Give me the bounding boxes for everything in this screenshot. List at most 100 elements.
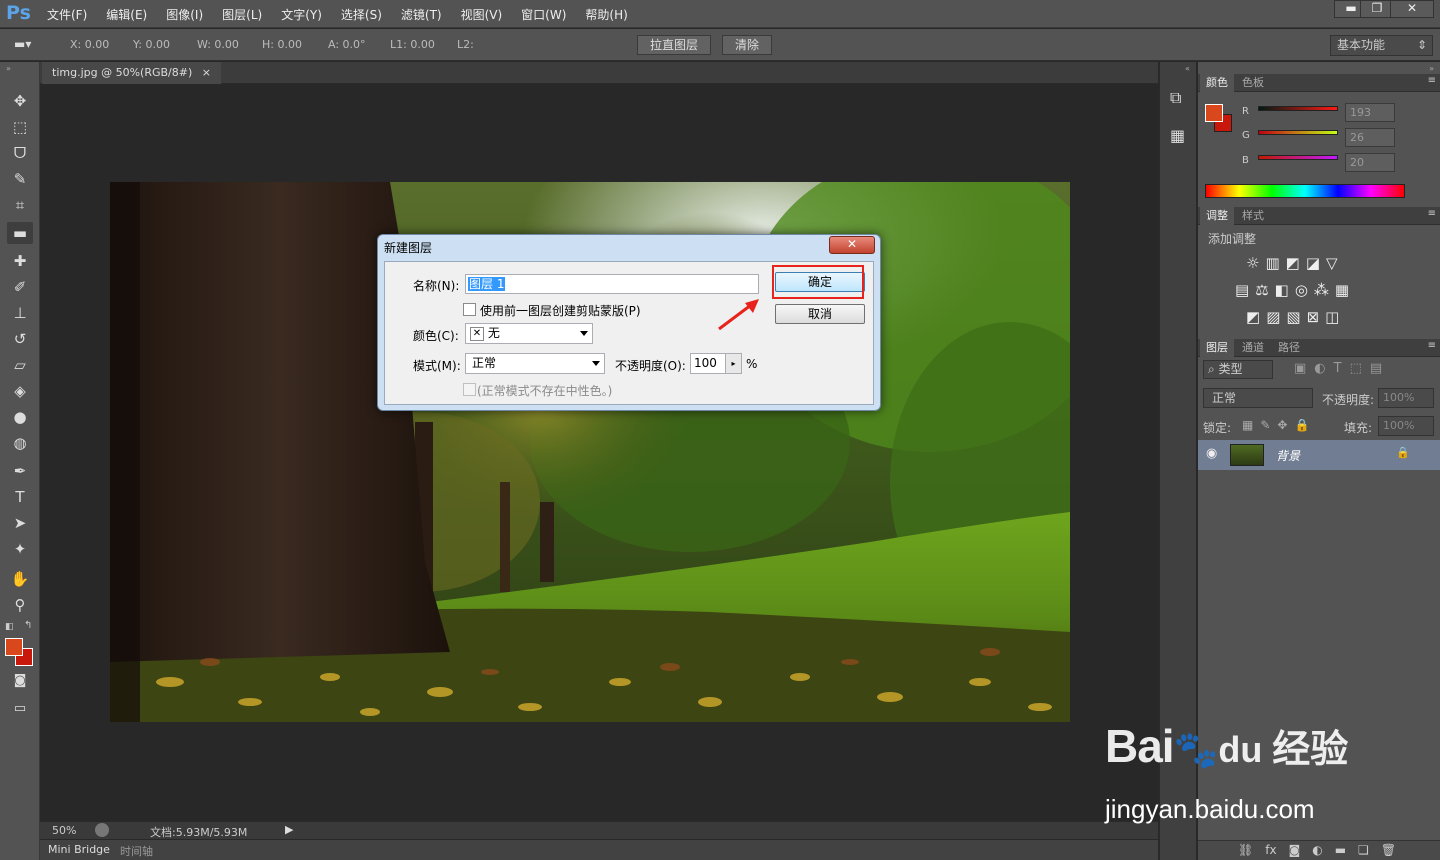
move-tool-icon[interactable]: ✥ [7,90,33,112]
status-menu-icon[interactable] [95,823,109,837]
curves-icon[interactable]: ◩ [1286,254,1300,272]
blend-mode-select[interactable]: 正常 [1203,388,1313,408]
color-select[interactable]: ✕ 无 [465,323,593,344]
cancel-button[interactable]: 取消 [775,304,865,324]
layer-name[interactable]: 背景 [1276,447,1300,464]
hand-tool-icon[interactable]: ✋ [7,568,33,590]
neutral-color-checkbox[interactable] [463,383,476,396]
menu-file[interactable]: 文件(F) [47,6,95,23]
tab-close-icon[interactable]: × [202,66,211,79]
document-tab[interactable]: timg.jpg @ 50%(RGB/8#) × [42,62,221,84]
adjustment-layer-icon[interactable]: ◐ [1312,843,1322,857]
tab-swatches[interactable]: 色板 [1236,74,1270,92]
lock-position-icon[interactable]: ✥ [1277,418,1287,432]
clear-button[interactable]: 清除 [722,35,772,55]
menu-type[interactable]: 文字(Y) [281,6,330,23]
expand-icon[interactable]: « [1185,64,1190,73]
tab-color[interactable]: 颜色 [1200,74,1234,92]
posterize-icon[interactable]: ▨ [1266,308,1280,326]
lock-transparent-icon[interactable]: ▦ [1242,418,1253,432]
color-balance-icon[interactable]: ⚖ [1255,281,1268,299]
shape-filter-icon[interactable]: ⬚ [1350,361,1362,376]
foreground-color-swatch[interactable] [5,638,23,656]
straighten-layer-button[interactable]: 拉直图层 [637,35,711,55]
color-lookup-icon[interactable]: ▦ [1335,281,1349,299]
new-layer-icon[interactable]: ❏ [1358,843,1369,857]
visibility-eye-icon[interactable]: ◉ [1206,446,1217,461]
pen-tool-icon[interactable]: ✒ [7,460,33,482]
history-brush-icon[interactable]: ↺ [7,328,33,350]
hue-saturation-icon[interactable]: ▤ [1235,281,1249,299]
ruler-tool-icon[interactable]: ▬▾ [14,37,56,53]
mask-icon[interactable]: ◙ [1289,843,1301,857]
default-colors-icon[interactable]: ◧ [5,622,14,632]
menu-edit[interactable]: 编辑(E) [106,6,155,23]
dialog-close-button[interactable]: ✕ [829,236,875,254]
blur-tool-icon[interactable]: ● [7,406,33,428]
clip-mask-checkbox[interactable] [463,303,476,316]
crop-tool-icon[interactable]: ⌗ [7,194,33,216]
menu-image[interactable]: 图像(I) [166,6,211,23]
bucket-tool-icon[interactable]: ◈ [7,380,33,402]
smart-filter-icon[interactable]: ▤ [1370,361,1382,376]
tab-timeline[interactable]: 时间轴 [120,843,153,859]
ruler-tool-icon[interactable]: ▬ [7,222,33,244]
menu-select[interactable]: 选择(S) [341,6,390,23]
pixel-filter-icon[interactable]: ▣ [1294,361,1306,376]
close-window-button[interactable]: ✕ [1390,0,1434,18]
healing-tool-icon[interactable]: ✚ [7,250,33,272]
color-spectrum[interactable] [1205,184,1405,198]
type-tool-icon[interactable]: T [7,486,33,508]
dodge-tool-icon[interactable]: ◍ [7,432,33,454]
lock-pixels-icon[interactable]: ✎ [1260,418,1270,432]
eraser-tool-icon[interactable]: ▱ [7,354,33,376]
g-slider[interactable] [1258,130,1338,135]
screen-mode-icon[interactable]: ▭ [7,698,33,720]
invert-icon[interactable]: ◩ [1246,308,1260,326]
selective-color-icon[interactable]: ◫ [1325,308,1339,326]
exposure-icon[interactable]: ◪ [1306,254,1320,272]
black-white-icon[interactable]: ◧ [1275,281,1289,299]
lock-all-icon[interactable]: 🔒 [1294,418,1309,432]
tab-mini-bridge[interactable]: Mini Bridge [48,843,110,856]
quick-select-tool-icon[interactable]: ✎ [7,168,33,190]
status-arrow-icon[interactable]: ▶ [285,823,293,836]
layer-filter-select[interactable]: ⌕ 类型 [1203,360,1273,379]
vibrance-icon[interactable]: ▽ [1326,254,1338,272]
r-slider[interactable] [1258,106,1338,111]
panel-menu-icon[interactable]: ≡ [1428,340,1436,351]
tab-styles[interactable]: 样式 [1236,207,1270,225]
mode-select[interactable]: 正常 [465,353,605,374]
photo-filter-icon[interactable]: ◎ [1295,281,1308,299]
g-value[interactable]: 26 [1345,128,1395,147]
zoom-level[interactable]: 50% [52,824,76,837]
tab-layers[interactable]: 图层 [1200,339,1234,357]
opacity-input[interactable]: 100 ▸ [690,353,742,374]
tab-adjustments[interactable]: 调整 [1200,207,1234,225]
marquee-tool-icon[interactable]: ⬚ [7,116,33,138]
link-icon[interactable]: ⛓ [1238,843,1253,857]
menu-view[interactable]: 视图(V) [461,6,511,23]
trash-icon[interactable]: 🗑 [1381,843,1396,857]
b-value[interactable]: 20 [1345,153,1395,172]
menu-help[interactable]: 帮助(H) [585,6,635,23]
panel-menu-icon[interactable]: ≡ [1428,208,1436,219]
fx-icon[interactable]: fx [1265,843,1276,857]
collapse-icon[interactable]: » [6,64,11,73]
history-panel-icon[interactable]: ⧉ [1170,88,1181,108]
tab-paths[interactable]: 路径 [1272,339,1306,357]
color-fg-swatch[interactable] [1205,104,1223,122]
stamp-tool-icon[interactable]: ⊥ [7,302,33,324]
lasso-tool-icon[interactable]: ᗜ [7,142,33,164]
shape-tool-icon[interactable]: ✦ [7,538,33,560]
properties-panel-icon[interactable]: ▦ [1170,126,1185,145]
collapse-panels-icon[interactable]: » [1429,64,1434,73]
threshold-icon[interactable]: ▧ [1286,308,1300,326]
opacity-field[interactable]: 100% [1378,388,1434,408]
type-filter-icon[interactable]: T [1334,361,1342,376]
gradient-map-icon[interactable]: ⊠ [1307,308,1320,326]
zoom-tool-icon[interactable]: ⚲ [7,594,33,616]
tab-channels[interactable]: 通道 [1236,339,1270,357]
fill-field[interactable]: 100% [1378,416,1434,436]
menu-filter[interactable]: 滤镜(T) [401,6,450,23]
